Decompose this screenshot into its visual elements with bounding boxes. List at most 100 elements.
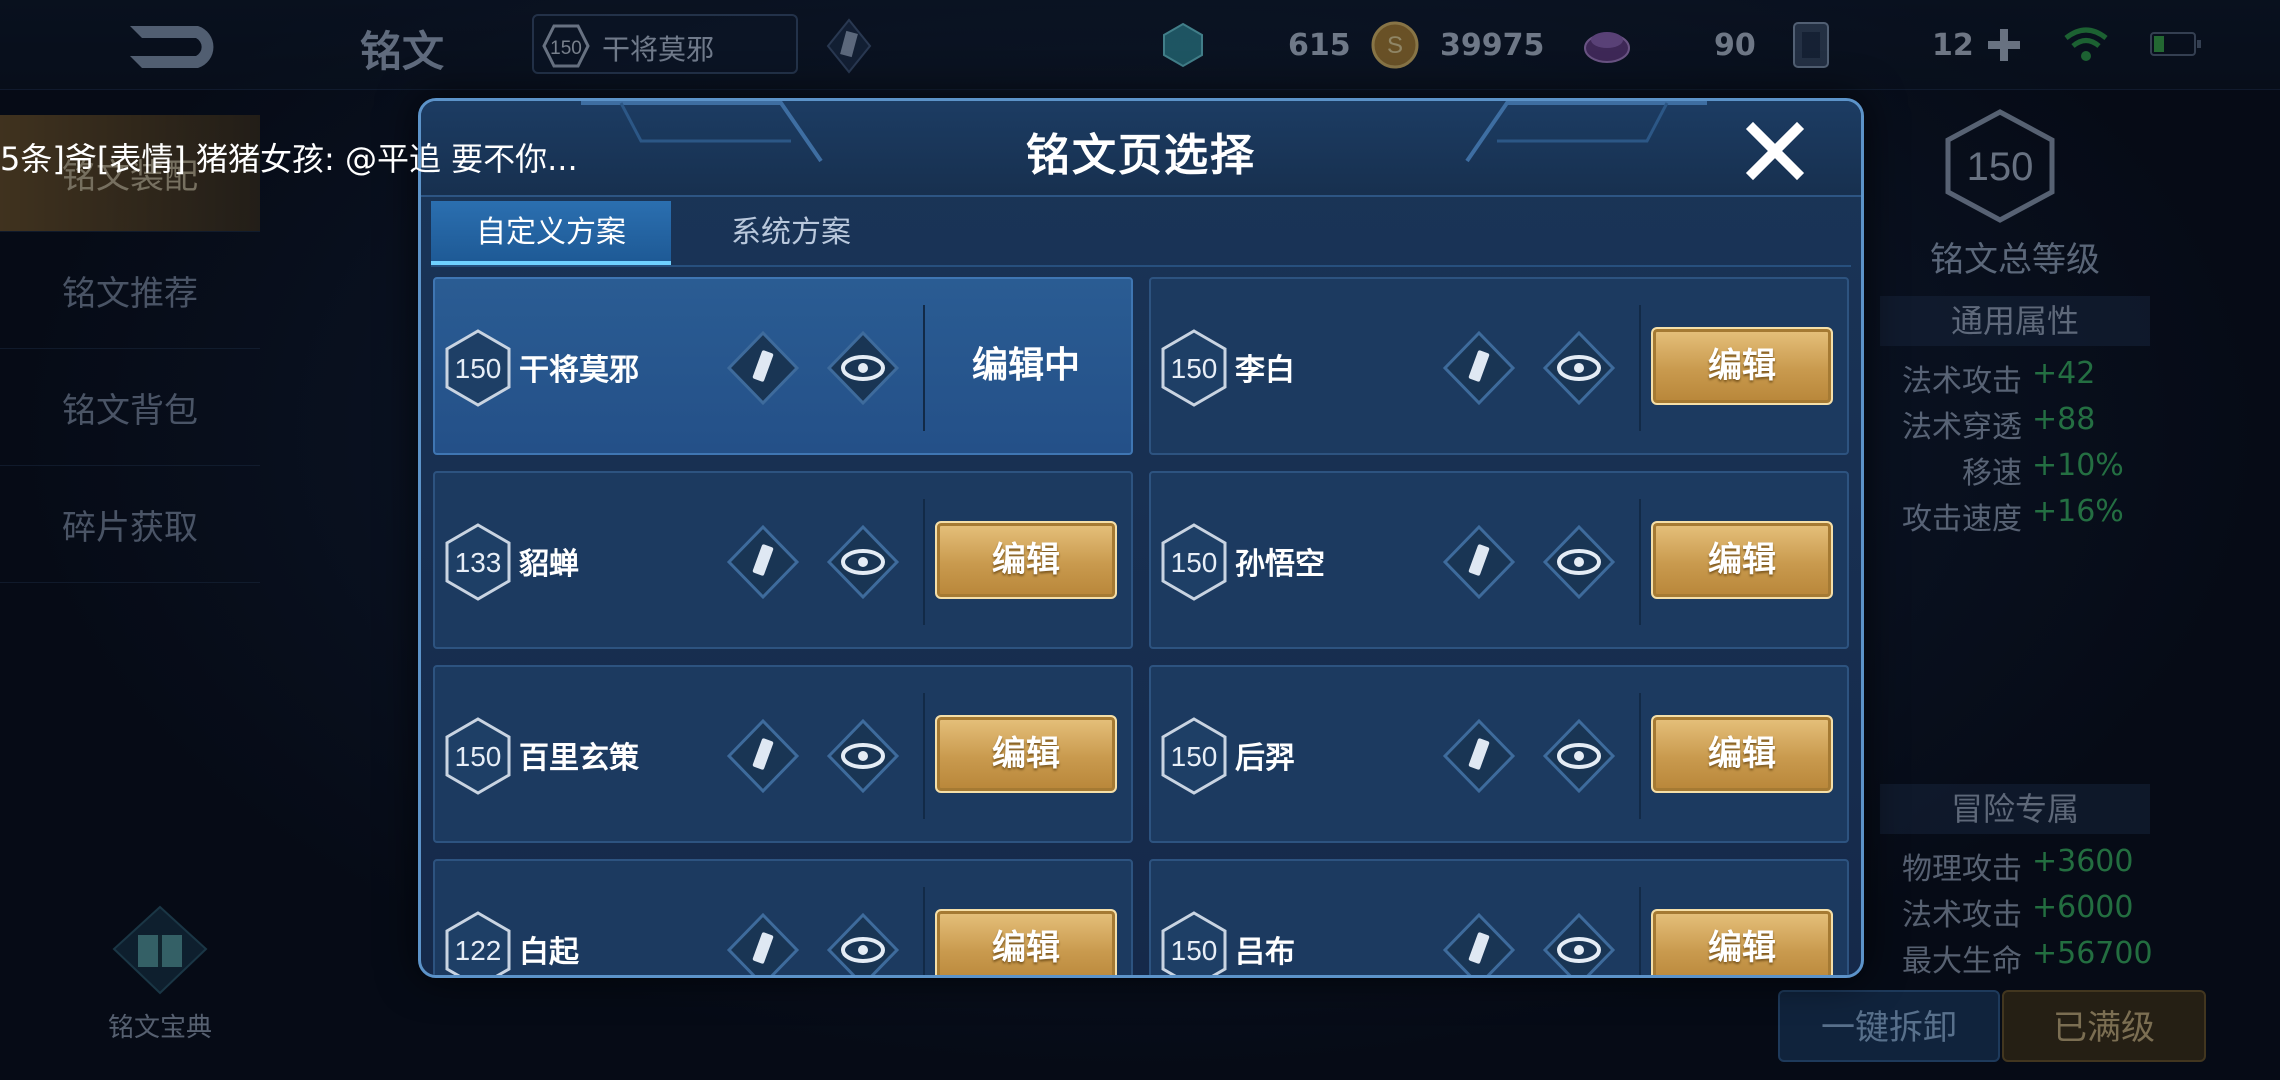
svg-text:150: 150 (1967, 145, 2034, 189)
battery-icon (2150, 32, 2201, 56)
page-name: 白起 (519, 935, 579, 970)
nav-item-recommend[interactable]: 铭文推荐 (0, 232, 260, 349)
level-hex-icon: 150 (1161, 717, 1227, 795)
edit-button[interactable]: 编辑 (1651, 909, 1833, 975)
crystal-icon (1163, 22, 1203, 68)
preview-eye-icon[interactable] (1541, 717, 1617, 795)
card-divider (923, 305, 925, 431)
page-card[interactable]: 150 后羿 编辑 (1149, 665, 1849, 843)
card-divider (923, 499, 925, 625)
svg-text:150: 150 (1171, 935, 1218, 966)
card-divider (1639, 887, 1641, 975)
preview-eye-icon[interactable] (825, 717, 901, 795)
pen-icon[interactable] (826, 18, 872, 74)
card-currency: 12 (1790, 22, 2024, 68)
stats-panel: 150 铭文总等级 通用属性 法术攻击 +42 法术穿透 +88 移速 +10% 攻击… (1860, 100, 2280, 1080)
total-level-hex-icon: 150 (1945, 109, 2055, 223)
rename-pen-icon[interactable] (1441, 329, 1517, 407)
crystal-currency: 615 (1160, 22, 1351, 68)
left-nav: 铭文装配 铭文推荐 铭文背包 碎片获取 (0, 115, 260, 583)
level-hex-icon: 150 (1161, 523, 1227, 601)
rename-pen-icon[interactable] (1441, 911, 1517, 978)
rename-pen-icon[interactable] (1441, 717, 1517, 795)
unload-all-button[interactable]: 一键拆卸 (1778, 990, 2000, 1062)
edit-button[interactable]: 编辑 (935, 715, 1117, 793)
gold-currency: S 39975 (1370, 21, 1544, 69)
card-divider (1639, 305, 1641, 431)
nav-item-bag[interactable]: 铭文背包 (0, 349, 260, 466)
page-card[interactable]: 150 孙悟空 编辑 (1149, 471, 1849, 649)
edit-button[interactable]: 编辑 (1651, 715, 1833, 793)
level-hex-icon: 150 (542, 24, 590, 68)
editing-status: 编辑中 (971, 345, 1080, 386)
preview-eye-icon[interactable] (825, 911, 901, 978)
card-icon (1793, 22, 1829, 68)
svg-text:150: 150 (455, 353, 502, 384)
page-name: 百里玄策 (519, 741, 639, 776)
gem-icon (1584, 32, 1630, 63)
svg-text:150: 150 (1171, 547, 1218, 578)
back-icon[interactable] (120, 18, 230, 74)
level-hex-icon: 150 (445, 329, 511, 407)
page-name: 李白 (1235, 353, 1295, 388)
svg-text:133: 133 (455, 547, 502, 578)
card-divider (923, 693, 925, 819)
page-name: 吕布 (1235, 935, 1295, 970)
chat-message[interactable]: 5条]爷[表情] 猪猪女孩: @平追 要不你... (0, 134, 578, 180)
page-card[interactable]: 133 貂蝉 编辑 (433, 471, 1133, 649)
edit-button[interactable]: 编辑 (1651, 521, 1833, 599)
book-icon (112, 905, 208, 995)
level-hex-icon: 122 (445, 911, 511, 975)
gem-currency: 90 (1582, 22, 1756, 68)
page-card[interactable]: 122 白起 编辑 (433, 859, 1133, 978)
page-card[interactable]: 150 干将莫邪 编辑中 (433, 277, 1133, 455)
rename-pen-icon[interactable] (725, 329, 801, 407)
rename-pen-icon[interactable] (725, 911, 801, 978)
codex-button[interactable]: 铭文宝典 (105, 905, 215, 1044)
maxed-button[interactable]: 已满级 (2002, 990, 2206, 1062)
level-hex-icon: 150 (1161, 911, 1227, 975)
tab-system[interactable]: 系统方案 (671, 201, 911, 265)
level-hex-icon: 150 (1161, 329, 1227, 407)
card-divider (1639, 693, 1641, 819)
edit-button[interactable]: 编辑 (935, 909, 1117, 975)
preview-eye-icon[interactable] (1541, 329, 1617, 407)
card-divider (1639, 499, 1641, 625)
page-select-dialog: 铭文页选择 自定义方案 系统方案 150 干将莫邪 编辑中 150 李白 编辑 … (418, 98, 1864, 978)
edit-button[interactable]: 编辑 (935, 521, 1117, 599)
scheme-tabs: 自定义方案 系统方案 (431, 201, 1851, 267)
level-hex-icon: 150 (445, 717, 511, 795)
preview-eye-icon[interactable] (825, 523, 901, 601)
page-name: 貂蝉 (519, 547, 579, 582)
add-currency-icon[interactable] (1984, 25, 2024, 65)
rename-pen-icon[interactable] (1441, 523, 1517, 601)
preview-eye-icon[interactable] (825, 329, 901, 407)
svg-text:150: 150 (550, 38, 582, 59)
svg-text:122: 122 (455, 935, 502, 966)
page-name: 孙悟空 (1235, 547, 1325, 582)
page-card[interactable]: 150 李白 编辑 (1149, 277, 1849, 455)
close-icon[interactable] (1743, 119, 1807, 183)
page-name: 后羿 (1235, 741, 1295, 776)
nav-item-fragments[interactable]: 碎片获取 (0, 466, 260, 583)
page-card[interactable]: 150 百里玄策 编辑 (433, 665, 1133, 843)
svg-text:150: 150 (1171, 741, 1218, 772)
page-card[interactable]: 150 吕布 编辑 (1149, 859, 1849, 978)
tab-custom[interactable]: 自定义方案 (431, 201, 671, 265)
rename-pen-icon[interactable] (725, 717, 801, 795)
svg-text:S: S (1387, 32, 1403, 59)
svg-text:150: 150 (1171, 353, 1218, 384)
general-attr-heading: 通用属性 (1880, 296, 2150, 346)
svg-text:150: 150 (455, 741, 502, 772)
level-hex-icon: 133 (445, 523, 511, 601)
edit-button[interactable]: 编辑 (1651, 327, 1833, 405)
rename-pen-icon[interactable] (725, 523, 801, 601)
adventure-attr-heading: 冒险专属 (1880, 784, 2150, 834)
preview-eye-icon[interactable] (1541, 523, 1617, 601)
preview-eye-icon[interactable] (1541, 911, 1617, 978)
dialog-title: 铭文页选择 (1026, 130, 1256, 181)
inscription-screen: 铭文 150 干将莫邪 615 S 39975 90 12 铭文装配 铭文推荐 … (0, 0, 2280, 1080)
current-page-chip[interactable]: 150 干将莫邪 (532, 14, 798, 74)
card-divider (923, 887, 925, 975)
chip-name: 干将莫邪 (602, 33, 715, 66)
